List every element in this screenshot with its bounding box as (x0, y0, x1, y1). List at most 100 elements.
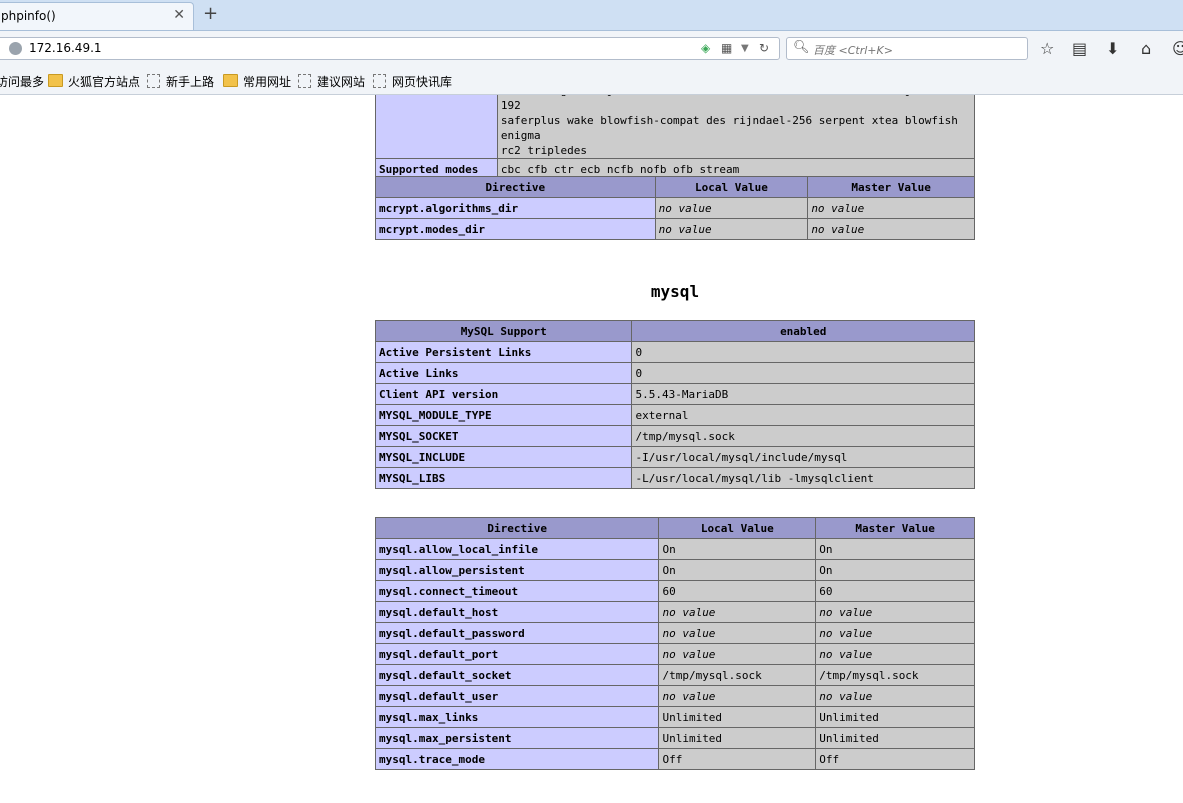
table-row: Active Persistent Links 0 (374, 341, 975, 363)
directive-name: mysql.max_links (374, 706, 660, 728)
local-value: no value (658, 601, 817, 623)
master-value: /tmp/mysql.sock (815, 664, 975, 686)
master-value: On (815, 559, 975, 581)
page-icon (298, 74, 311, 88)
shield-icon[interactable]: ◈ (701, 41, 710, 55)
bookmark-most-visited[interactable]: 访问最多 (0, 73, 44, 90)
bookmark-label: 新手上路 (166, 75, 215, 89)
column-header: Local Value (654, 176, 809, 198)
no-value-text: no value (662, 689, 716, 703)
bookmark-star-icon[interactable]: ☆ (1040, 39, 1054, 58)
table-value-cell: /tmp/mysql.sock (631, 425, 975, 447)
local-value: Unlimited (658, 706, 817, 728)
table-key-cell: Active Persistent Links (374, 341, 633, 363)
no-value-text: no value (819, 605, 873, 619)
new-tab-icon[interactable]: + (203, 3, 218, 24)
reading-list-icon[interactable]: ▤ (1072, 39, 1087, 58)
close-tab-icon[interactable]: ✕ (173, 7, 185, 23)
menu-icon[interactable]: ☺ (1172, 39, 1183, 58)
table-key-cell: MYSQL_SOCKET (374, 425, 633, 447)
master-value: Unlimited (815, 727, 975, 749)
url-text: 172.16.49.1 (29, 41, 102, 55)
table-row: MYSQL_MODULE_TYPE external (374, 404, 975, 426)
table-key-cell: MYSQL_INCLUDE (374, 446, 633, 468)
qr-code-icon[interactable]: ▦ (721, 41, 732, 55)
table-row: mcrypt.algorithms_dir no value no value (375, 197, 975, 219)
mysql-directives-table: Directive Local Value Master Value mysql… (374, 517, 975, 770)
local-value: On (658, 538, 817, 560)
master-value: Off (815, 748, 975, 770)
cipher-line: cast-128 gost rijndael-128 twofish arcfo… (500, 95, 951, 112)
bookmark-firefox-official[interactable]: 火狐官方站点 (48, 73, 140, 90)
table-value-cell: -I/usr/local/mysql/include/mysql (631, 446, 975, 468)
no-value-text: no value (819, 647, 873, 661)
no-value-text: no value (662, 626, 716, 640)
no-value-text: no value (811, 222, 865, 236)
table-value-cell: 0 (631, 341, 975, 363)
master-value: 60 (815, 580, 975, 602)
table-key-cell: Client API version (374, 383, 633, 405)
table-key-cell: MYSQL_MODULE_TYPE (374, 404, 633, 426)
search-placeholder: 百度 <Ctrl+K> (813, 44, 893, 57)
table-row: mcrypt.modes_dir no value no value (375, 218, 975, 240)
column-header: Directive (374, 517, 660, 539)
no-value-text: no value (658, 222, 712, 236)
tab-bar: phpinfo() ✕ + (0, 0, 1183, 31)
table-row: MYSQL_LIBS -L/usr/local/mysql/lib -lmysql… (374, 467, 975, 489)
no-value-text: no value (662, 605, 716, 619)
cipher-line: rc2 tripledes (500, 144, 587, 157)
table-row: MYSQL_INCLUDE -I/usr/local/mysql/include/… (374, 446, 975, 468)
local-value: 60 (658, 580, 817, 602)
local-value: On (658, 559, 817, 581)
mysql-support-table: MySQL Support enabled Active Persistent … (374, 320, 975, 489)
bookmark-label: 访问最多 (0, 75, 45, 89)
table-value-cell: 5.5.43-MariaDB (631, 383, 975, 405)
table-row: Active Links 0 (374, 362, 975, 384)
reload-icon[interactable]: ↻ (759, 41, 769, 55)
table-row: mysql.max_persistent Unlimited Unlimited (374, 727, 975, 749)
master-value: no value (807, 197, 975, 219)
table-value-cell: 0 (631, 362, 975, 384)
no-value-text: no value (819, 626, 873, 640)
directive-name: mysql.default_port (374, 643, 660, 665)
master-value: no value (815, 685, 975, 707)
home-icon[interactable]: ⌂ (1141, 39, 1151, 58)
page-content: Supported ciphers cast-128 gost rijndael… (0, 95, 1183, 803)
directive-name: mysql.default_host (374, 601, 660, 623)
address-bar[interactable]: 172.16.49.1 ◈ ▦ ▼ ↻ (0, 37, 780, 60)
tab-title: phpinfo() (1, 9, 56, 23)
no-value-text: no value (662, 647, 716, 661)
table-value-cell: cast-128 gost rijndael-128 twofish arcfo… (496, 95, 976, 159)
master-value: no value (815, 601, 975, 623)
table-row: Supported ciphers cast-128 gost rijndael… (375, 95, 976, 159)
table-header-row: Directive Local Value Master Value (374, 517, 975, 539)
master-value: no value (807, 218, 975, 240)
master-value: On (815, 538, 975, 560)
table-row: mysql.default_socket/tmp/mysql.sock/tmp/… (374, 664, 975, 686)
table-value-cell: -L/usr/local/mysql/lib -lmysqlclient (631, 467, 975, 489)
bookmark-web-slices[interactable]: 网页快讯库 (373, 73, 452, 90)
table-header-row: MySQL Support enabled (374, 320, 975, 342)
cipher-line: saferplus wake blowfish-compat des rijnd… (500, 114, 958, 142)
local-value: no value (658, 685, 817, 707)
table-row: mysql.allow_persistent On On (374, 559, 975, 581)
dropdown-arrow-icon[interactable]: ▼ (741, 43, 749, 54)
bookmark-common-sites[interactable]: 常用网址 (223, 73, 291, 90)
search-bar[interactable]: 🔍︎ 百度 <Ctrl+K> (786, 37, 1028, 60)
globe-icon (9, 42, 22, 55)
bookmark-getting-started[interactable]: 新手上路 (147, 73, 214, 90)
directive-name: mcrypt.modes_dir (375, 218, 656, 240)
bookmark-suggested-sites[interactable]: 建议网站 (298, 73, 365, 90)
download-icon[interactable]: ⬇ (1106, 39, 1119, 58)
bookmarks-bar: 访问最多 火狐官方站点 新手上路 常用网址 建议网站 网页快讯库 (0, 67, 1183, 95)
table-row: mysql.default_user no value no value (374, 685, 975, 707)
master-value: no value (815, 643, 975, 665)
browser-tab[interactable]: phpinfo() ✕ (0, 2, 194, 30)
mcrypt-directives-table: Directive Local Value Master Value mcryp… (375, 176, 975, 240)
table-row: mysql.default_port no value no value (374, 643, 975, 665)
search-icon: 🔍︎ (793, 40, 810, 55)
local-value: no value (658, 643, 817, 665)
page-icon (147, 74, 160, 88)
mcrypt-support-table: Supported ciphers cast-128 gost rijndael… (375, 95, 976, 180)
local-value: no value (658, 622, 817, 644)
